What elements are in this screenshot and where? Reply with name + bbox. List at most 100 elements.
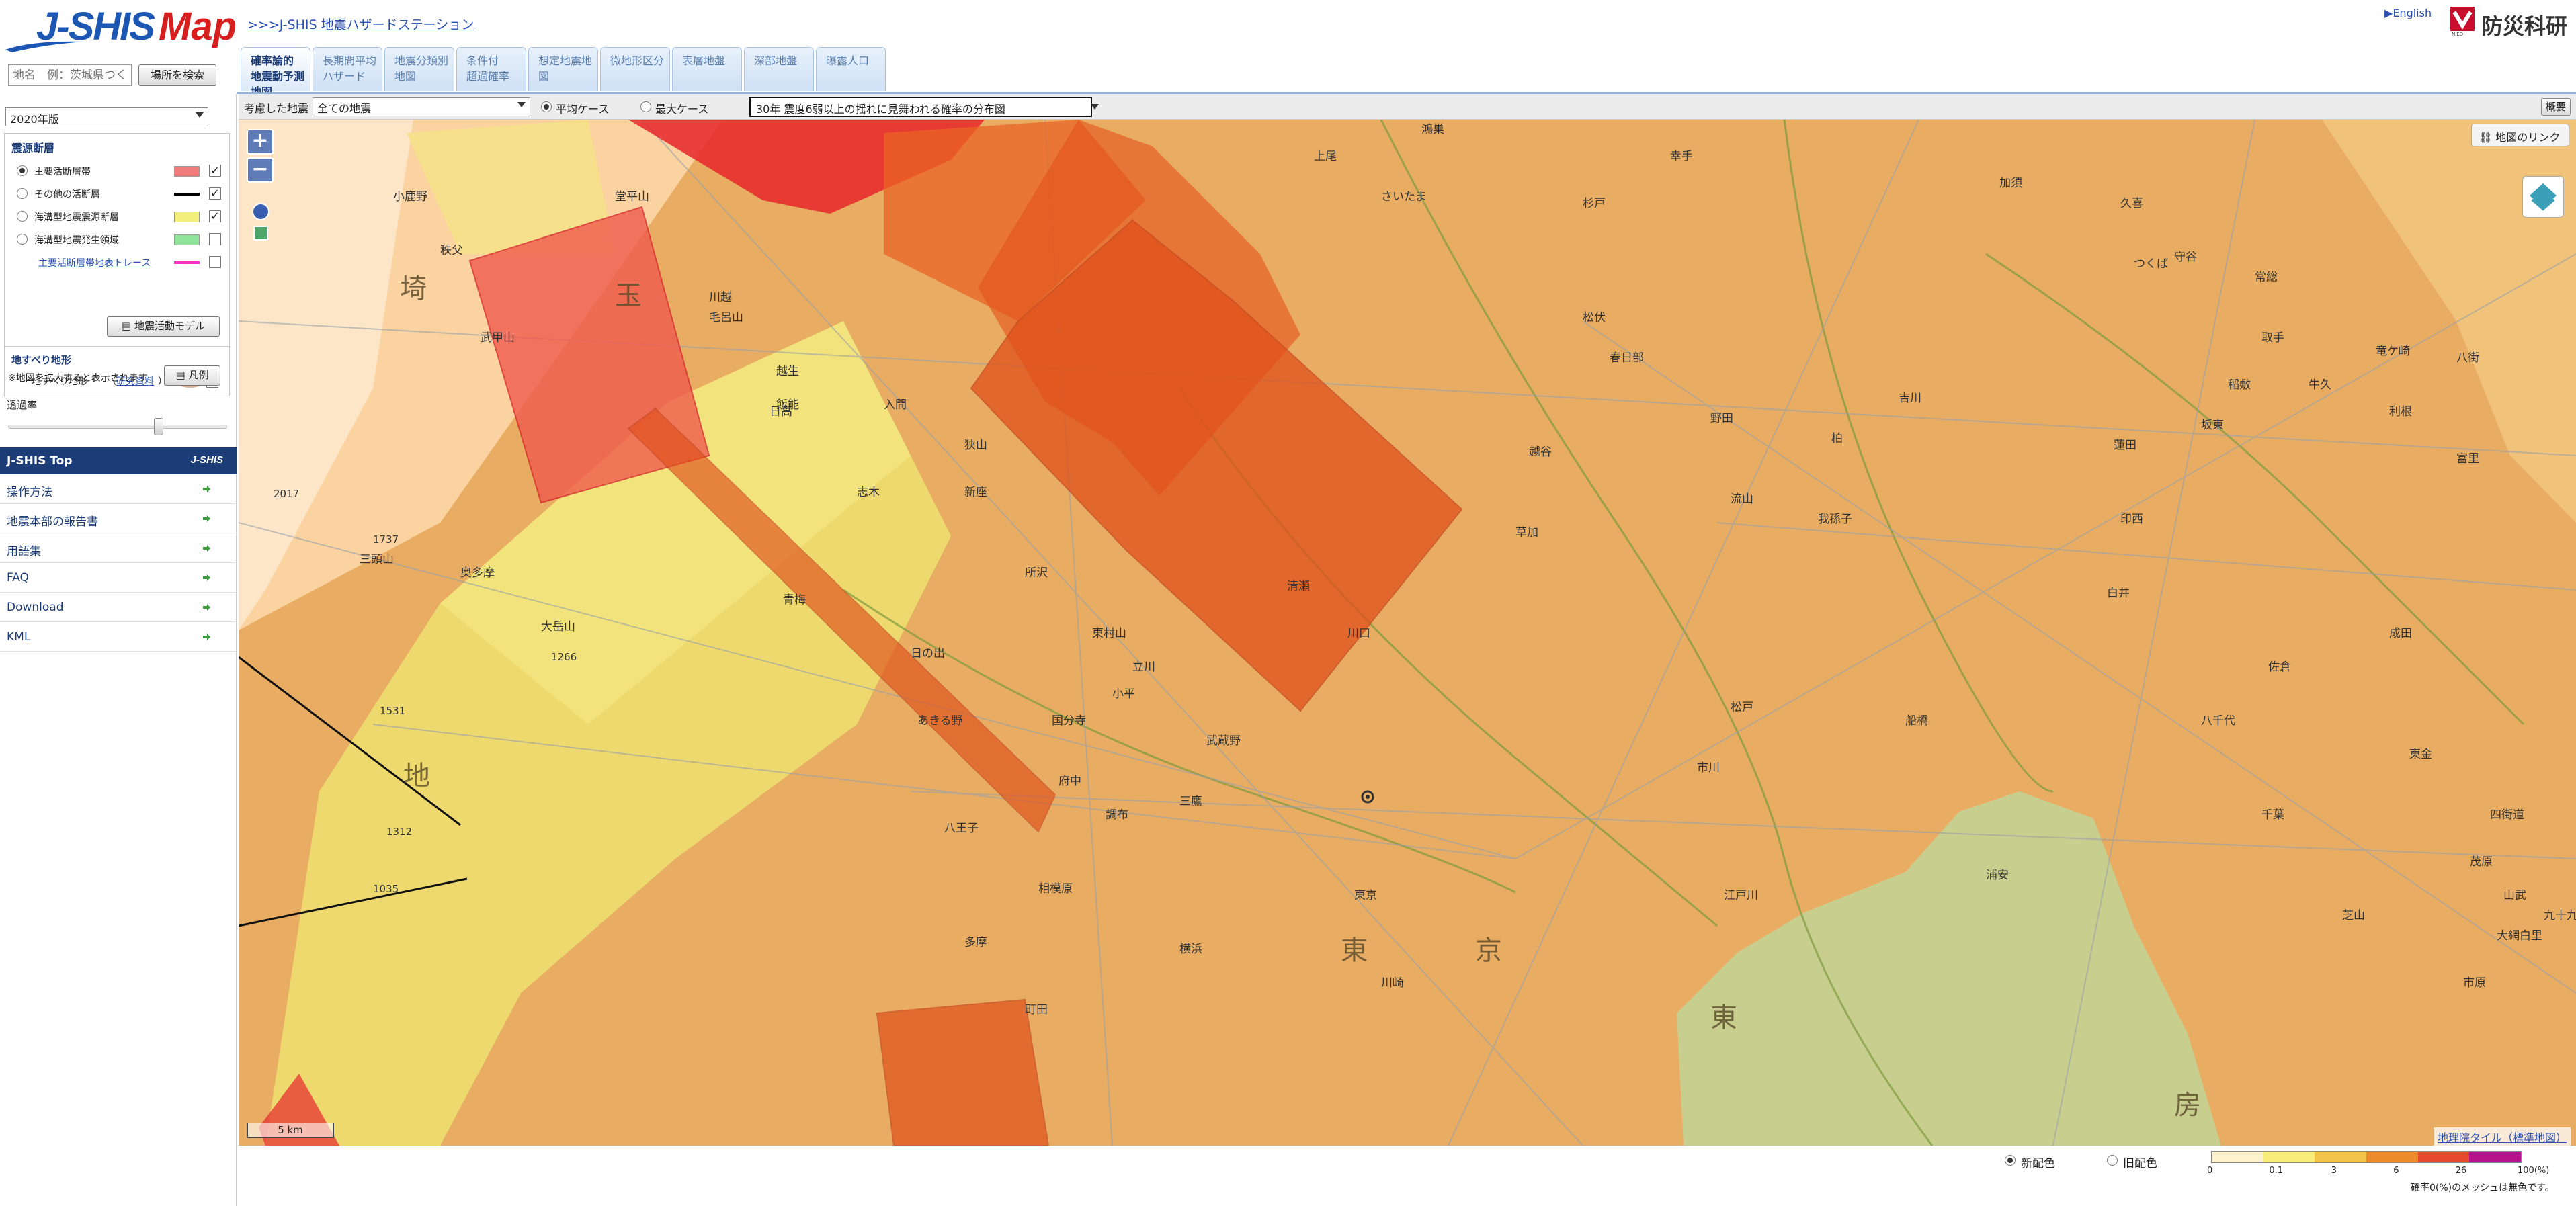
peak-elevation: 1531 bbox=[380, 705, 405, 717]
fault-checkbox[interactable]: ✓ bbox=[209, 187, 221, 200]
place-label: 川越 bbox=[709, 291, 732, 304]
year-select-value: 2020年版 bbox=[10, 113, 59, 126]
zoom-out-button[interactable]: − bbox=[247, 157, 274, 183]
radio-max-case[interactable] bbox=[640, 101, 651, 112]
tab-4[interactable]: 想定地震地図 bbox=[528, 47, 598, 91]
new-colors-label: 新配色 bbox=[2021, 1157, 2055, 1170]
search-input[interactable] bbox=[8, 64, 132, 86]
fault-radio[interactable] bbox=[17, 211, 28, 222]
earthquake-model-button[interactable]: ▤ 地震活動モデル bbox=[107, 316, 220, 337]
gsi-tile-link[interactable]: 地理院タイル（標準地図） bbox=[2433, 1127, 2571, 1146]
menu-item[interactable]: 用語集 bbox=[0, 533, 237, 563]
menu-item[interactable]: Download bbox=[0, 593, 237, 622]
quake-select[interactable]: 全ての地震 bbox=[313, 97, 530, 116]
scale-bar: 5 km bbox=[247, 1123, 334, 1138]
overview-button[interactable]: 概要 bbox=[2541, 98, 2571, 116]
menu-item[interactable]: FAQ bbox=[0, 563, 237, 593]
colorbar-tick: 0 bbox=[2207, 1166, 2213, 1176]
place-label: 常総 bbox=[2255, 271, 2278, 284]
place-label: 町田 bbox=[1025, 1003, 1048, 1017]
tab-1[interactable]: 長期間平均 ハザード bbox=[313, 47, 382, 91]
transparency-slider-handle[interactable] bbox=[154, 418, 163, 435]
menu-item[interactable]: 地震本部の報告書 bbox=[0, 504, 237, 533]
fault-swatch bbox=[174, 212, 200, 222]
menu-item[interactable]: KML bbox=[0, 622, 237, 652]
map-canvas[interactable]: 秩父小鹿野 堂平山武甲山飯能青梅所沢奥多摩大岳山三頭山八王子日の出あきる野立川府中… bbox=[239, 120, 2576, 1146]
jshis-map-logo[interactable]: J-SHIS Map bbox=[5, 4, 237, 54]
colorbar-segment bbox=[2469, 1152, 2522, 1162]
place-label: 秩父 bbox=[440, 244, 463, 257]
radio-old-colors[interactable] bbox=[2107, 1155, 2118, 1166]
fault-legend-row: その他の活断層 ✓ bbox=[14, 183, 229, 204]
legend-button[interactable]: ▤ 凡例 bbox=[164, 365, 220, 386]
place-label: 佐倉 bbox=[2268, 660, 2291, 674]
place-label: 所沢 bbox=[1025, 566, 1048, 580]
probability-map-select[interactable]: 30年 震度6弱以上の揺れに見舞われる確率の分布図 bbox=[749, 97, 1092, 117]
arrow-right-icon bbox=[202, 484, 211, 493]
tab-7[interactable]: 深部地盤 bbox=[744, 47, 814, 91]
fault-checkbox[interactable]: ✓ bbox=[209, 210, 221, 222]
fault-legend-panel: 震源断層 主要活断層帯 ✓ その他の活断層 ✓ 海溝型地震震源断層 ✓ 海溝型地震発生領域主… bbox=[4, 133, 230, 396]
tab-6[interactable]: 表層地盤 bbox=[672, 47, 742, 91]
map-link-button[interactable]: ⛓ 地図のリンク bbox=[2471, 124, 2569, 146]
refresh-icon[interactable] bbox=[253, 226, 268, 241]
fault-radio[interactable] bbox=[17, 165, 28, 176]
place-label: 牛久 bbox=[2309, 378, 2331, 392]
region-label: 地 bbox=[403, 761, 430, 791]
tab-5[interactable]: 微地形区分 bbox=[600, 47, 670, 91]
fault-radio[interactable] bbox=[17, 188, 28, 199]
english-link-label: English bbox=[2393, 7, 2432, 19]
fault-checkbox[interactable] bbox=[209, 233, 221, 245]
locate-icon[interactable] bbox=[252, 203, 269, 220]
station-link[interactable]: >>>J-SHIS 地震ハザードステーション bbox=[247, 15, 474, 33]
fault-label[interactable]: 主要活断層帯地表トレース bbox=[38, 256, 151, 269]
nied-mark-icon: NIED bbox=[2450, 7, 2475, 36]
fault-checkbox[interactable] bbox=[209, 256, 221, 268]
place-label: 芝山 bbox=[2342, 909, 2365, 922]
legend-icon: ▤ bbox=[175, 369, 189, 381]
nied-logo[interactable]: NIED 防災科研 bbox=[2449, 5, 2570, 40]
place-label: 山武 bbox=[2503, 889, 2526, 902]
tab-2[interactable]: 地震分類別 地図 bbox=[384, 47, 454, 91]
place-label: 東京 bbox=[1354, 889, 1377, 902]
fault-checkbox[interactable]: ✓ bbox=[209, 165, 221, 177]
probability-select-value: 30年 震度6弱以上の揺れに見舞われる確率の分布図 bbox=[756, 103, 1005, 116]
place-label: 柏 bbox=[1831, 432, 1843, 445]
quake-select-label: 考慮した地震 bbox=[244, 102, 309, 115]
place-label: 入間 bbox=[884, 398, 907, 412]
tab-8[interactable]: 曝露人口 bbox=[816, 47, 886, 91]
layers-button[interactable] bbox=[2522, 176, 2564, 218]
fault-label: その他の活断層 bbox=[34, 189, 100, 200]
fault-swatch bbox=[174, 166, 200, 177]
region-label: 京 bbox=[1475, 935, 1502, 966]
place-label: 武蔵野 bbox=[1206, 734, 1241, 748]
fault-radio[interactable] bbox=[17, 234, 28, 245]
radio-new-colors[interactable] bbox=[2005, 1155, 2016, 1166]
transparency-slider-track[interactable] bbox=[8, 425, 227, 429]
place-label: さいたま bbox=[1381, 190, 1427, 204]
place-label: 三鷹 bbox=[1179, 794, 1202, 808]
menu-item[interactable]: 操作方法 bbox=[0, 474, 237, 504]
arrow-right-icon bbox=[202, 513, 211, 523]
year-select[interactable]: 2020年版 bbox=[5, 107, 208, 126]
jshis-top-header[interactable]: J-SHIS Top J-SHIS bbox=[0, 447, 237, 474]
search-button[interactable]: 場所を検索 bbox=[138, 64, 216, 86]
jshis-mini-logo: J-SHIS bbox=[190, 454, 223, 466]
place-label: 坂東 bbox=[2201, 419, 2224, 432]
place-label: 茂原 bbox=[2470, 855, 2493, 869]
arrow-right-icon bbox=[202, 572, 211, 582]
hazard-map[interactable]: 秩父 小鹿野 堂平山 武甲山 飯能 青梅 所沢 奥多摩 大岳山 三頭山 八王子 日の出 あきる野 立川 府中… bbox=[239, 120, 2576, 1146]
jshis-top-label: J-SHIS Top bbox=[7, 454, 73, 468]
fault-swatch bbox=[174, 234, 200, 245]
region-label: 玉 bbox=[615, 280, 642, 311]
fault-legend-row: 海溝型地震発生領域 bbox=[14, 229, 229, 249]
english-link[interactable]: ▶English bbox=[2384, 7, 2432, 19]
probability-dropdown[interactable] bbox=[1089, 101, 1099, 113]
tab-0[interactable]: 確率論的 地震動予測地図 bbox=[241, 47, 310, 98]
colorbar-segment bbox=[2417, 1152, 2470, 1162]
layers-icon bbox=[2530, 183, 2557, 211]
tab-3[interactable]: 条件付 超過確率 bbox=[456, 47, 526, 91]
svg-text:NIED: NIED bbox=[2452, 32, 2463, 36]
radio-average-case[interactable] bbox=[541, 101, 552, 112]
zoom-in-button[interactable]: + bbox=[247, 129, 274, 155]
